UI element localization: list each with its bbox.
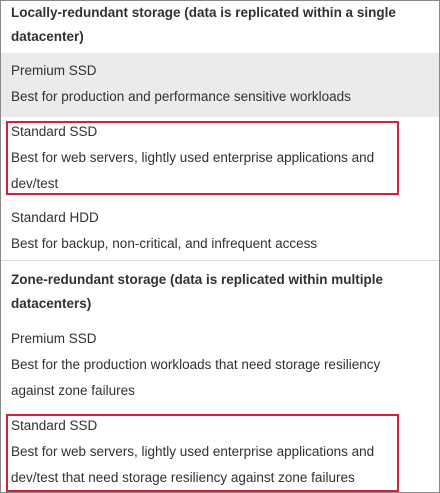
- option-zrs-standard-ssd[interactable]: Standard SSD Best for web servers, light…: [1, 413, 439, 492]
- option-description: Best for backup, non-critical, and infre…: [11, 236, 318, 251]
- section-header-zrs: Zone-redundant storage (data is replicat…: [11, 272, 384, 311]
- option-lrs-standard-ssd[interactable]: Standard SSD Best for web servers, light…: [1, 119, 439, 199]
- option-title: Premium SSD: [11, 63, 97, 78]
- option-lrs-standard-hdd[interactable]: Standard HDD Best for backup, non-critic…: [1, 205, 439, 259]
- option-title: Standard SSD: [11, 124, 98, 139]
- option-description: Best for production and performance sens…: [11, 89, 351, 104]
- option-zrs-premium-ssd[interactable]: Premium SSD Best for the production work…: [1, 326, 439, 404]
- option-description: Best for web servers, lightly used enter…: [11, 444, 375, 485]
- option-title: Premium SSD: [11, 331, 97, 346]
- option-description: Best for web servers, lightly used enter…: [11, 150, 375, 191]
- option-description: Best for the production workloads that n…: [11, 357, 381, 398]
- section-divider: [1, 260, 439, 261]
- option-lrs-premium-ssd[interactable]: Premium SSD Best for production and perf…: [1, 53, 439, 117]
- disk-type-dropdown-list: Locally-redundant storage (data is repli…: [0, 0, 440, 493]
- option-title: Standard HDD: [11, 210, 99, 225]
- section-header-lrs: Locally-redundant storage (data is repli…: [11, 5, 396, 44]
- option-title: Standard SSD: [11, 418, 98, 433]
